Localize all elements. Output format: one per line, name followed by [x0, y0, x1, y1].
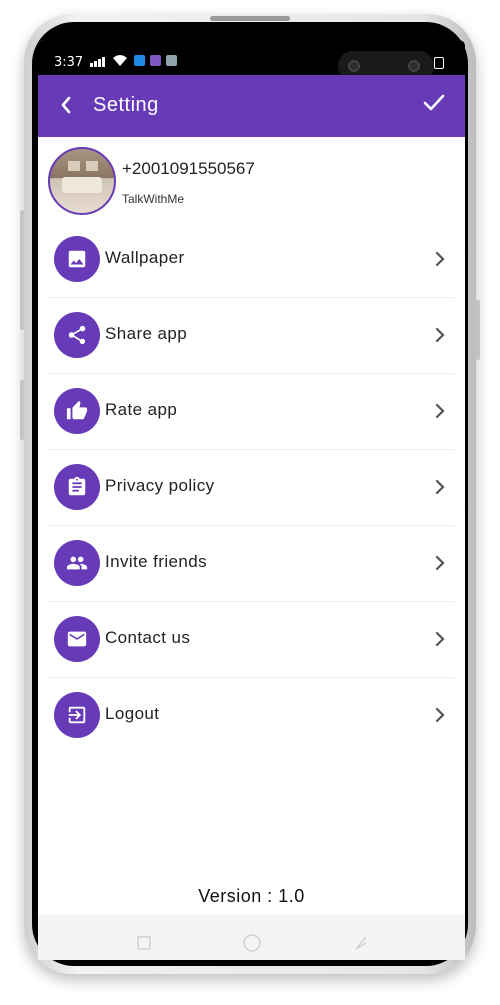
exit-icon	[54, 692, 100, 738]
profile-phone-number: +2001091550567	[122, 159, 255, 178]
avatar[interactable]	[48, 147, 116, 215]
status-bar: 3:37	[38, 40, 465, 81]
menu-item-label: Privacy policy	[105, 476, 215, 495]
signal-icon	[90, 57, 105, 67]
avatar-sofa	[62, 177, 102, 193]
profile-header[interactable]: +2001091550567 TalkWithMe	[38, 137, 465, 222]
chevron-right-icon	[435, 631, 445, 647]
system-nav-bar	[38, 915, 465, 960]
bixby-button	[20, 380, 24, 440]
chevron-right-icon	[435, 707, 445, 723]
avatar-art-2	[86, 161, 98, 171]
people-icon	[54, 540, 100, 586]
menu-item-label: Share app	[105, 324, 188, 343]
battery-icon	[434, 57, 444, 69]
image-icon	[54, 236, 100, 282]
menu-item-logout[interactable]: Logout	[48, 678, 455, 753]
menu-item-share-app[interactable]: Share app	[48, 298, 455, 374]
notification-icon-1	[134, 55, 145, 66]
avatar-art-1	[68, 161, 80, 171]
menu-item-label: Wallpaper	[105, 248, 185, 267]
status-time: 3:37	[54, 55, 84, 70]
menu-item-contact-us[interactable]: Contact us	[48, 602, 455, 678]
menu-item-privacy-policy[interactable]: Privacy policy	[48, 450, 455, 526]
share-icon	[54, 312, 100, 358]
power-button	[476, 300, 480, 360]
chevron-right-icon	[435, 251, 445, 267]
menu-item-invite-friends[interactable]: Invite friends	[48, 526, 455, 602]
chevron-right-icon	[435, 327, 445, 343]
chevron-right-icon	[435, 403, 445, 419]
notification-icon-2	[150, 55, 161, 66]
settings-menu: Wallpaper Share app Rate app Privacy pol…	[38, 222, 465, 753]
chevron-right-icon	[435, 479, 445, 495]
notification-icon-3	[166, 55, 177, 66]
menu-item-label: Contact us	[105, 628, 191, 647]
front-camera-icon	[348, 60, 360, 72]
menu-item-label: Rate app	[105, 400, 178, 419]
profile-app-name: TalkWithMe	[122, 192, 185, 206]
check-icon[interactable]	[423, 94, 445, 112]
front-camera-icon-2	[408, 60, 420, 72]
earpiece-speaker	[210, 16, 290, 21]
wifi-icon	[113, 55, 127, 66]
back-arrow-icon[interactable]	[60, 96, 72, 114]
menu-item-wallpaper[interactable]: Wallpaper	[48, 222, 455, 298]
mail-icon	[54, 616, 100, 662]
volume-button	[20, 210, 24, 330]
page-title: Setting	[93, 94, 159, 116]
menu-item-label: Logout	[105, 704, 160, 723]
version-label: Version : 1.0	[198, 886, 305, 906]
thumbs-up-icon	[54, 388, 100, 434]
app-bar: Setting	[38, 75, 465, 137]
chevron-right-icon	[435, 555, 445, 571]
clipboard-icon	[54, 464, 100, 510]
menu-item-label: Invite friends	[105, 552, 207, 571]
menu-item-rate-app[interactable]: Rate app	[48, 374, 455, 450]
screen: 3:37 Setting +2001091550567 TalkWithMe W…	[38, 40, 465, 960]
